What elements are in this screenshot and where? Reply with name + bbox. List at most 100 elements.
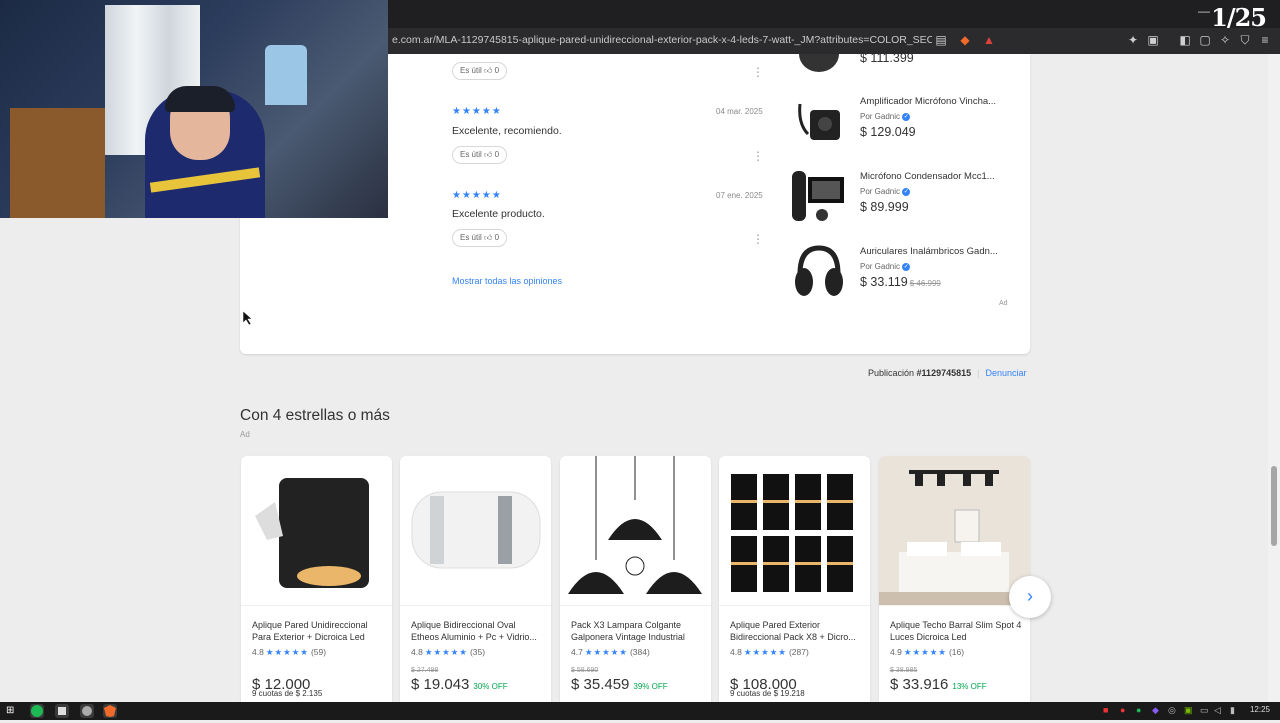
steam-tray-icon[interactable]: ◎ <box>1168 705 1176 716</box>
minimize-button[interactable]: — <box>1198 4 1210 18</box>
ad-item[interactable]: $ 111.399 <box>790 54 1010 76</box>
carousel-next-button[interactable]: › <box>1009 576 1051 618</box>
app-tray-icon[interactable]: ◆ <box>1152 705 1159 716</box>
app-task-icon[interactable] <box>55 704 69 718</box>
mic-icon[interactable]: ▮ <box>1230 705 1235 716</box>
menu-icon[interactable]: ≡ <box>1258 33 1272 47</box>
sidebar-icon[interactable]: ◧ <box>1178 33 1192 47</box>
ad-label: Ad <box>999 300 1008 307</box>
review-stars: ★★★★★ <box>452 190 502 201</box>
wallet2-icon[interactable]: ▢ <box>1198 33 1212 47</box>
clock[interactable]: 12:25 <box>1250 705 1270 714</box>
product-price: $ 35.459 39% OFF <box>571 676 668 693</box>
thumbs-up-icon: 👍︎ <box>484 66 493 75</box>
section-ad-label: Ad <box>240 430 250 439</box>
verified-icon: ✓ <box>902 262 911 271</box>
ad-item[interactable]: Amplificador Micrófono Vincha... Por Gad… <box>790 94 1010 164</box>
record-icon[interactable]: ■ <box>1103 705 1108 715</box>
taskbar <box>0 702 1280 720</box>
show-all-reviews-link[interactable]: Mostrar todas las opiniones <box>452 276 562 286</box>
helpful-button[interactable]: Es útil 👍︎ 0 <box>452 62 508 80</box>
product-rating: 4.8 ★★★★★ (287) <box>730 647 809 657</box>
review-text: Excelente, recomiendo. <box>452 125 562 137</box>
ad-item[interactable]: Micrófono Condensador Mcc1... Por Gadnic… <box>790 169 1010 239</box>
section-title: Con 4 estrellas o más <box>240 407 390 424</box>
mouse-cursor-icon <box>243 311 253 325</box>
product-old-price: $ 38.985 <box>890 667 918 674</box>
product-card[interactable]: Aplique Pared Exterior Bidireccional Pac… <box>719 456 870 702</box>
ad-seller: Por Gadnic ✓ <box>860 262 911 271</box>
product-card[interactable]: Aplique Bidireccional Oval Etheos Alumin… <box>400 456 551 702</box>
product-title[interactable]: Aplique Techo Barral Slim Spot 4 Luces D… <box>890 619 1022 643</box>
product-card[interactable]: Aplique Pared Unidireccional Para Exteri… <box>241 456 392 702</box>
ad-item[interactable]: Auriculares Inalámbricos Gadn... Por Gad… <box>790 244 1010 314</box>
wallet-icon[interactable]: ▣ <box>1146 33 1160 47</box>
brave-shield-icon[interactable]: ◆ <box>958 33 972 47</box>
headphones-image <box>790 244 848 302</box>
spotify-task-icon[interactable] <box>30 704 44 718</box>
more-options-icon[interactable]: ⋮ <box>752 66 764 78</box>
product-old-price: $ 58.690 <box>571 667 599 674</box>
product-installments: 9 cuotas de $ 19.218 <box>730 689 805 698</box>
product-price: $ 33.916 13% OFF <box>890 676 987 693</box>
ad-seller: Por Gadnic ✓ <box>860 187 911 196</box>
product-old-price: $ 27.498 <box>411 667 439 674</box>
spotify-tray-icon[interactable]: ● <box>1136 705 1141 715</box>
publication-row: Publicación #1129745815 | Denunciar <box>868 368 1027 378</box>
more-options-icon[interactable]: ⋮ <box>752 150 764 162</box>
review-date: 04 mar. 2025 <box>716 107 763 116</box>
ad-seller: Por Gadnic ✓ <box>860 112 911 121</box>
ad-price: $ 129.049 <box>860 125 916 139</box>
product-rating: 4.7 ★★★★★ (384) <box>571 647 650 657</box>
chevron-right-icon: › <box>1027 586 1033 606</box>
extensions-icon[interactable]: ✦ <box>1126 33 1140 47</box>
obs-task-icon[interactable] <box>80 704 94 718</box>
windows-start-icon[interactable]: ⊞ <box>6 705 14 716</box>
amplifier-image <box>790 94 848 152</box>
publication-number: #1129745815 <box>916 368 972 378</box>
more-options-icon[interactable]: ⋮ <box>752 233 764 245</box>
product-rating: 4.8 ★★★★★ (59) <box>252 647 327 657</box>
ad-price: $ 111.399 <box>860 54 914 65</box>
webcam-overlay <box>0 0 388 218</box>
product-title[interactable]: Aplique Pared Unidireccional Para Exteri… <box>252 619 384 643</box>
product-card[interactable]: Aplique Techo Barral Slim Spot 4 Luces D… <box>879 456 1030 702</box>
scrollbar-thumb[interactable] <box>1271 466 1277 546</box>
ad-title: Micrófono Condensador Mcc1... <box>860 171 995 182</box>
microphone-image <box>790 169 848 227</box>
review-date: 07 ene. 2025 <box>716 191 763 200</box>
product-price: $ 19.043 30% OFF <box>411 676 508 693</box>
volume-icon[interactable]: ◁ <box>1214 705 1221 716</box>
network-icon[interactable]: ▭ <box>1200 705 1209 716</box>
verified-icon: ✓ <box>902 187 911 196</box>
product-image <box>400 456 551 606</box>
mic-tray-icon[interactable]: ● <box>1120 705 1125 715</box>
vpn-icon[interactable]: ⛉ <box>1238 33 1252 47</box>
product-title[interactable]: Aplique Pared Exterior Bidireccional Pac… <box>730 619 862 643</box>
reader-icon[interactable]: ▤ <box>934 33 948 47</box>
report-link[interactable]: Denunciar <box>985 368 1026 378</box>
rewards-icon[interactable]: ▲ <box>982 33 996 47</box>
ad-title: Auriculares Inalámbricos Gadn... <box>860 246 998 257</box>
product-image <box>719 456 870 606</box>
url-text[interactable]: e.com.ar/MLA-1129745815-aplique-pared-un… <box>392 34 932 46</box>
scrollbar[interactable] <box>1268 54 1280 702</box>
nvidia-tray-icon[interactable]: ▣ <box>1184 705 1193 716</box>
product-title[interactable]: Pack X3 Lampara Colgante Galponera Vinta… <box>571 619 703 643</box>
ad-price: $ 89.999 <box>860 200 909 214</box>
verified-icon: ✓ <box>902 112 911 121</box>
product-image <box>879 456 1030 606</box>
product-card[interactable]: Pack X3 Lampara Colgante Galponera Vinta… <box>560 456 711 702</box>
product-rating: 4.9 ★★★★★ (16) <box>890 647 965 657</box>
product-image <box>241 456 392 606</box>
headphones-image <box>790 54 848 72</box>
helpful-button[interactable]: Es útil 👍︎ 0 <box>452 229 508 247</box>
brave-task-icon[interactable] <box>103 704 117 718</box>
product-image <box>560 456 711 606</box>
ai-icon[interactable]: ✧ <box>1218 33 1232 47</box>
product-title[interactable]: Aplique Bidireccional Oval Etheos Alumin… <box>411 619 543 643</box>
product-rating: 4.8 ★★★★★ (35) <box>411 647 486 657</box>
helpful-button[interactable]: Es útil 👍︎ 0 <box>452 146 508 164</box>
thumbs-up-icon: 👍︎ <box>484 150 493 159</box>
ad-title: Amplificador Micrófono Vincha... <box>860 96 997 107</box>
